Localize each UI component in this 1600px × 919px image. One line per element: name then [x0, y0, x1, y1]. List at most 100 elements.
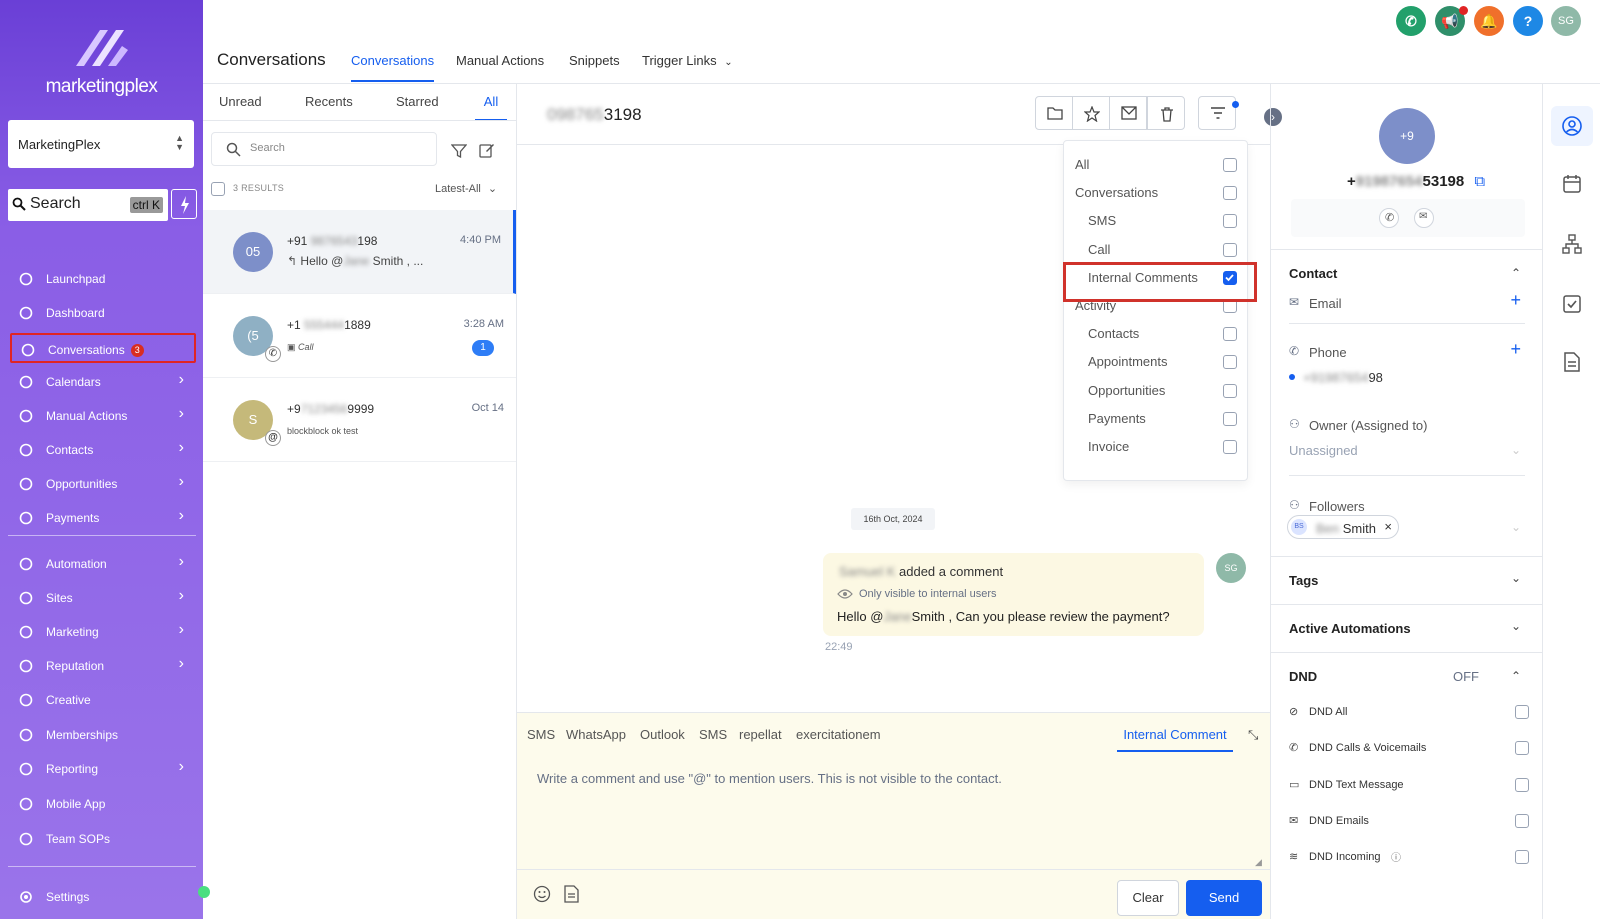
tab-unread[interactable]: Unread	[219, 94, 262, 109]
filter-checkbox[interactable]	[1223, 383, 1237, 398]
tab-starred[interactable]: Starred	[396, 94, 439, 109]
sidebar-item-dashboard[interactable]: Dashboard	[10, 298, 196, 328]
phone-icon[interactable]: ✆	[1396, 6, 1426, 36]
add-phone-button[interactable]: +	[1510, 339, 1521, 360]
sidebar-item-contacts[interactable]: Contacts ›	[10, 435, 196, 465]
composer-tab-internal-comment[interactable]: Internal Comment	[1117, 727, 1233, 752]
composer-tab-exercitationem[interactable]: exercitationem	[796, 727, 881, 742]
collapse-composer-icon[interactable]: ⤡	[1248, 727, 1258, 743]
filter-option-call[interactable]: Call	[1064, 235, 1249, 263]
filter-option-appointments[interactable]: Appointments	[1064, 347, 1249, 375]
chevron-up-icon[interactable]: ⌃	[1511, 669, 1521, 683]
tasks-tab-button[interactable]	[1551, 284, 1593, 324]
workflow-tab-button[interactable]	[1551, 224, 1593, 264]
resize-handle-icon[interactable]: ◢	[1255, 857, 1262, 868]
conversation-item[interactable]: (5 ✆ +1 5554441889 3:28 AM ▣ Call 1	[203, 294, 516, 378]
conversation-item[interactable]: 05 +91 9876543198 4:40 PM ↰ Hello @Jane …	[203, 210, 516, 294]
delete-button[interactable]	[1147, 96, 1185, 130]
chevron-up-icon[interactable]: ⌃	[1511, 266, 1521, 280]
tab-conversations[interactable]: Conversations	[351, 53, 435, 82]
account-switcher[interactable]: MarketingPlex ▲ ▼	[8, 120, 194, 168]
tab-manual-actions[interactable]: Manual Actions	[456, 53, 544, 68]
filter-checkbox[interactable]	[1223, 214, 1237, 229]
comment-input[interactable]: Write a comment and use "@" to mention u…	[537, 771, 1002, 786]
star-button[interactable]	[1072, 96, 1110, 130]
sidebar-item-sites[interactable]: Sites ›	[10, 583, 196, 613]
owner-select[interactable]: Unassigned	[1289, 443, 1358, 458]
composer-tab-whatsapp[interactable]: WhatsApp	[566, 727, 626, 742]
info-icon[interactable]: ⓘ	[1391, 849, 1401, 864]
sidebar-item-calendars[interactable]: Calendars ›	[10, 367, 196, 397]
send-button[interactable]: Send	[1186, 880, 1262, 916]
sidebar-item-launchpad[interactable]: Launchpad	[10, 264, 196, 294]
sidebar-item-conversations[interactable]: Conversations 3	[10, 333, 196, 363]
select-all-checkbox[interactable]	[211, 182, 225, 196]
follower-chip[interactable]: BS Ben Smith ×	[1287, 515, 1399, 539]
sidebar-item-manual-actions[interactable]: Manual Actions ›	[10, 401, 196, 431]
filter-option-contacts[interactable]: Contacts	[1064, 319, 1249, 347]
conversation-search-input[interactable]: Search	[211, 132, 437, 166]
dnd-checkbox[interactable]	[1515, 705, 1529, 719]
emoji-icon[interactable]	[533, 885, 551, 903]
external-link-icon[interactable]: ⧉	[1474, 173, 1485, 190]
close-icon[interactable]: ×	[1384, 519, 1392, 534]
compose-icon[interactable]	[479, 142, 495, 158]
document-icon[interactable]	[564, 885, 579, 903]
sidebar-item-team-sops[interactable]: Team SOPs	[10, 824, 196, 854]
sidebar-item-marketing[interactable]: Marketing ›	[10, 617, 196, 647]
filter-checkbox[interactable]	[1223, 355, 1237, 370]
filter-option-sms[interactable]: SMS	[1064, 206, 1249, 234]
tab-snippets[interactable]: Snippets	[569, 53, 620, 68]
call-contact-button[interactable]: ✆	[1379, 208, 1399, 228]
global-search[interactable]: Search ctrl K	[8, 189, 168, 221]
filter-checkbox[interactable]	[1223, 158, 1237, 172]
email-contact-button[interactable]: ✉	[1414, 208, 1434, 228]
filter-icon[interactable]	[451, 144, 467, 158]
help-icon[interactable]: ?	[1513, 6, 1543, 36]
sidebar-item-automation[interactable]: Automation ›	[10, 549, 196, 579]
add-email-button[interactable]: +	[1510, 290, 1521, 311]
sort-dropdown[interactable]: Latest-All ⌄	[435, 182, 497, 195]
clear-button[interactable]: Clear	[1117, 880, 1179, 916]
composer-tab-sms-2[interactable]: SMS	[699, 727, 727, 742]
sidebar-item-creative[interactable]: Creative	[10, 685, 196, 715]
mark-unread-button[interactable]	[1109, 96, 1147, 130]
composer-tab-repellat[interactable]: repellat	[739, 727, 782, 742]
dnd-checkbox[interactable]	[1515, 777, 1529, 792]
dnd-checkbox[interactable]	[1515, 813, 1529, 828]
tab-trigger-links[interactable]: Trigger Links ⌄	[642, 53, 733, 68]
notes-tab-button[interactable]	[1551, 342, 1593, 382]
composer-tab-sms[interactable]: SMS	[527, 727, 555, 742]
filter-option-payments[interactable]: Payments	[1064, 404, 1249, 432]
composer-tab-outlook[interactable]: Outlook	[640, 727, 685, 742]
contact-tab-button[interactable]	[1551, 106, 1593, 146]
filter-option-conversations[interactable]: Conversations	[1064, 178, 1249, 206]
filter-checkbox[interactable]	[1223, 242, 1237, 257]
tab-recents[interactable]: Recents	[305, 94, 353, 109]
filter-option-opportunities[interactable]: Opportunities	[1064, 376, 1249, 404]
appointments-tab-button[interactable]	[1551, 164, 1593, 204]
user-avatar[interactable]: SG	[1551, 6, 1581, 36]
sidebar-item-reputation[interactable]: Reputation ›	[10, 651, 196, 681]
filter-checkbox[interactable]	[1223, 327, 1237, 342]
filter-checkbox[interactable]	[1223, 440, 1237, 454]
move-to-folder-button[interactable]	[1035, 96, 1073, 130]
quick-actions-button[interactable]	[171, 189, 197, 219]
dnd-checkbox[interactable]	[1515, 850, 1529, 865]
sidebar-item-opportunities[interactable]: Opportunities ›	[10, 469, 196, 499]
filter-checkbox[interactable]	[1223, 186, 1237, 201]
filter-checkbox[interactable]	[1223, 411, 1237, 426]
dnd-checkbox[interactable]	[1515, 741, 1529, 756]
message-filter-button[interactable]	[1198, 96, 1236, 130]
sidebar-item-mobile-app[interactable]: Mobile App	[10, 789, 196, 819]
sidebar-item-reporting[interactable]: Reporting ›	[10, 754, 196, 784]
tags-section[interactable]: Tags ⌄	[1271, 556, 1543, 604]
sidebar-item-memberships[interactable]: Memberships	[10, 720, 196, 750]
tab-all[interactable]: All	[475, 94, 507, 121]
conversation-item[interactable]: S @ +971234569999 Oct 14 blockblock ok t…	[203, 378, 516, 462]
filter-option-all[interactable]: All	[1064, 150, 1249, 178]
sidebar-item-payments[interactable]: Payments ›	[10, 503, 196, 533]
filter-option-invoice[interactable]: Invoice	[1064, 432, 1249, 460]
sidebar-item-settings[interactable]: Settings	[10, 882, 196, 912]
automations-section[interactable]: Active Automations ⌄	[1271, 604, 1543, 652]
